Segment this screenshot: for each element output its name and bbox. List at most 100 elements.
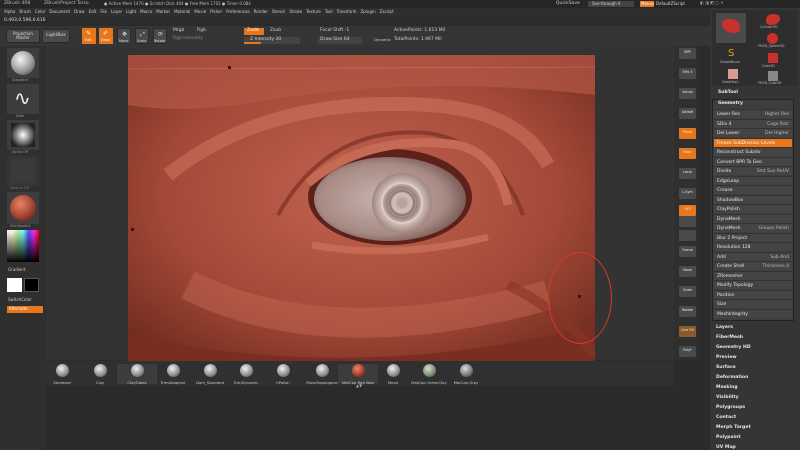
geometry-row[interactable]: Crease [714, 185, 792, 194]
geometry-row[interactable]: ShadowBox [714, 194, 792, 204]
tool-menu-item[interactable]: Polygroups [716, 405, 745, 410]
tool-menu-item[interactable]: Preview [716, 355, 737, 360]
geometry-row[interactable]: Size [714, 299, 792, 308]
geometry-row[interactable]: EdgeLoop [714, 175, 792, 185]
tool-menu-item[interactable]: Polypaint [716, 435, 741, 440]
geometry-row-option[interactable]: Thickness 4 [762, 264, 789, 269]
tool-thumb-pm3d-cube[interactable]: PM3D_Cube3D [758, 70, 784, 86]
focal-shift-slider[interactable]: Focal Shift -1 [320, 28, 349, 34]
tool-menu-item[interactable]: Geometry HD [716, 345, 751, 350]
brush-item[interactable]: ClayTubes [117, 364, 157, 385]
geometry-title[interactable]: Geometry [714, 100, 792, 108]
shelf-button[interactable]: Move [679, 266, 696, 277]
menu-item[interactable]: File [100, 10, 107, 14]
zadd-button[interactable]: Zadd [244, 28, 264, 35]
geometry-row[interactable]: Create Shell Thickness 4 [714, 261, 792, 270]
stroke-slot[interactable]: ∿ [7, 84, 39, 114]
geometry-row[interactable]: Reconstruct Subdiv [714, 147, 792, 156]
shelf-button[interactable]: Line Fill [679, 326, 696, 337]
geometry-row[interactable]: Resolution 128 [714, 242, 792, 251]
menu-item[interactable]: Stencil [272, 10, 286, 14]
geometry-row[interactable]: Modify Topology [714, 280, 792, 289]
brush-item[interactable]: TrimAdaptive [153, 364, 193, 385]
menu-item[interactable]: Material [174, 10, 190, 14]
subtool-header[interactable]: SubTool [714, 89, 792, 97]
geometry-row-option[interactable]: Del Higher [765, 131, 789, 136]
menu-item[interactable]: Edit [89, 10, 97, 14]
tool-menu-item[interactable]: Layers [716, 325, 733, 330]
switch-color-button[interactable]: SwitchColor [8, 298, 32, 302]
geometry-row[interactable]: SDiv 4 Cage Rstr [714, 118, 792, 128]
brush-item[interactable]: Clay [80, 364, 120, 385]
draw-size-slider[interactable]: Draw Size 64 [318, 37, 362, 44]
tool-menu-item[interactable]: Surface [716, 365, 736, 370]
mrgb-button[interactable]: Mrgb [173, 28, 184, 34]
move-button[interactable]: ✥ Move [117, 28, 131, 44]
geometry-row[interactable]: DynaMesh [714, 213, 792, 223]
shelf-button[interactable]: BPR [679, 48, 696, 59]
shelf-button[interactable]: SPix 3 [679, 68, 696, 79]
geometry-row[interactable]: Blur 2 Project [714, 232, 792, 242]
shelf-button[interactable]: PolyF [679, 346, 696, 357]
geometry-row-option[interactable]: Cage Rstr [767, 122, 789, 127]
menu-item[interactable]: Zscript [380, 10, 394, 14]
menu-item[interactable]: Document [49, 10, 70, 14]
menu-item[interactable]: Tool [325, 10, 333, 14]
texture-slot[interactable] [7, 156, 39, 186]
lightbox-button[interactable]: LightBox [42, 29, 70, 43]
tool-thumb-subdmesh[interactable]: SubdMesh [722, 68, 744, 84]
geometry-row[interactable]: Del Lower Del Higher [714, 128, 792, 137]
shelf-button[interactable]: Floor [679, 148, 696, 159]
tray-collapse-icon[interactable]: ▲▼ [356, 384, 362, 388]
shelf-button[interactable] [679, 216, 696, 227]
geometry-row[interactable]: DynaMesh Groups Polish [714, 223, 792, 232]
menu-item[interactable]: Movie [194, 10, 206, 14]
tool-menu-item[interactable]: Masking [716, 385, 738, 390]
menu-item[interactable]: Alpha [4, 10, 15, 14]
brush-item[interactable]: Standard [42, 364, 82, 385]
see-through-slider[interactable]: See-through 0 [588, 1, 634, 7]
menu-item[interactable]: Stroke [289, 10, 302, 14]
tool-thumb-cylinder[interactable]: Cylinder3D [760, 13, 784, 29]
alternate-button[interactable]: Alternate [7, 306, 43, 313]
menu-item[interactable]: Transform [337, 10, 357, 14]
shelf-button[interactable]: Frame [679, 246, 696, 257]
shelf-button[interactable]: Actual [679, 88, 696, 99]
shelf-button[interactable]: Rotate [679, 306, 696, 317]
edit-button[interactable]: ✎ Edit [82, 28, 96, 44]
tool-menu-item[interactable]: Visibility [716, 395, 739, 400]
tool-menu-item[interactable]: FiberMesh [716, 335, 743, 340]
quicksave-button[interactable]: QuickSave [556, 1, 580, 7]
menu-item[interactable]: Layer [111, 10, 122, 14]
brush-item[interactable]: TrimDynamic [226, 364, 266, 385]
dynamic-button[interactable]: Dynamic [374, 38, 391, 42]
shelf-button[interactable]: Persp [679, 128, 696, 139]
menu-item[interactable]: Picker [210, 10, 222, 14]
tool-thumb-current[interactable] [716, 13, 746, 43]
main-color-swatch[interactable] [24, 278, 39, 292]
secondary-color-swatch[interactable] [7, 278, 22, 292]
menu-item[interactable]: Preferences [226, 10, 250, 14]
geometry-row-option[interactable]: Higher Res [765, 112, 789, 117]
tool-menu-item[interactable]: UV Map [716, 445, 736, 450]
geometry-row[interactable]: Position [714, 289, 792, 299]
tool-thumb-sphere[interactable]: PM3D_Sphere3D [758, 32, 784, 48]
geometry-row[interactable]: ClayPolish [714, 204, 792, 213]
geometry-row-option[interactable]: Smt Suv ReUV [757, 169, 789, 174]
geometry-row[interactable]: Lower Res Higher Res [714, 109, 792, 118]
draw-button[interactable]: ✐ Draw [99, 28, 113, 44]
alpha-slot[interactable] [7, 120, 39, 150]
brush-item[interactable]: MatCap GreenClay [409, 364, 449, 385]
scale-button[interactable]: ⤢ Scale [135, 28, 149, 44]
brush-item[interactable]: Dam_Standard [190, 364, 230, 385]
menu-item[interactable]: Draw [74, 10, 84, 14]
material-slot[interactable] [7, 192, 39, 224]
color-picker[interactable]: ○ [7, 230, 39, 262]
geometry-row[interactable]: Convert BPR To Geo [714, 156, 792, 166]
document-canvas[interactable] [128, 55, 595, 361]
geometry-row[interactable]: Divide Smt Suv ReUV [714, 166, 792, 175]
shelf-button[interactable] [679, 230, 696, 241]
menu-item[interactable]: Marker [156, 10, 170, 14]
brush-item[interactable]: MatCap Red Wax [338, 364, 378, 385]
window-controls[interactable]: ◧ ◨ ◩ ▢ ✕ [700, 1, 724, 5]
